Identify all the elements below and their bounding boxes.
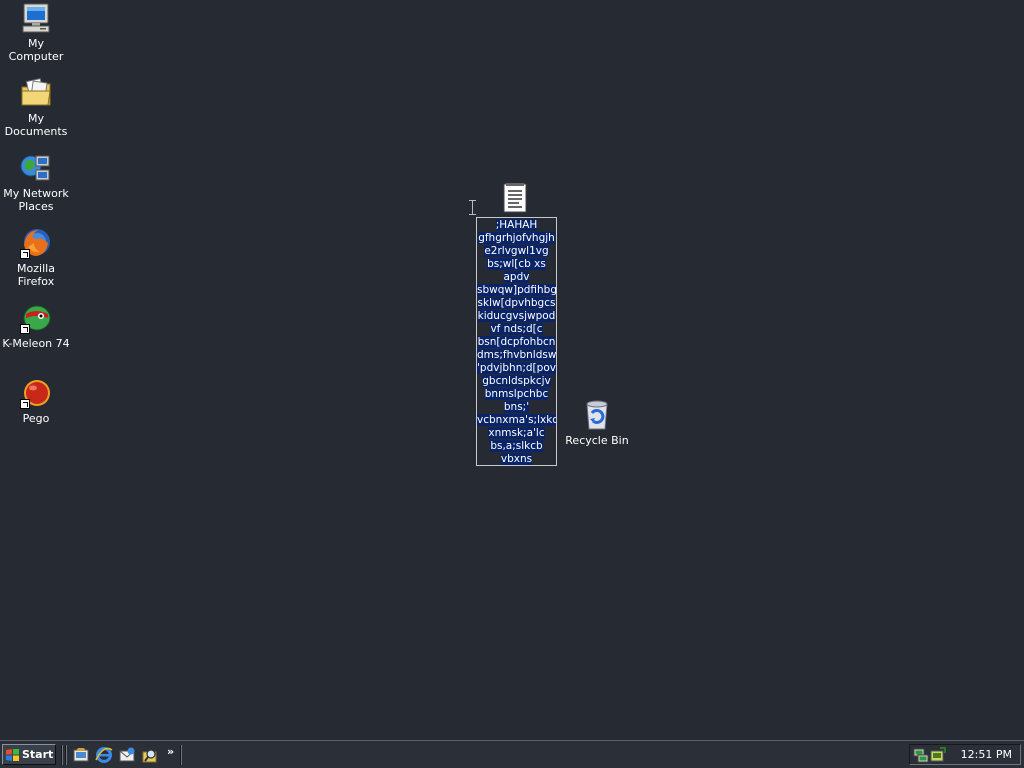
- rename-line: bs;wl[cb xs: [487, 258, 546, 270]
- rename-line: sbwqw]pdfihbg: [477, 284, 557, 296]
- pego-icon: [20, 377, 52, 409]
- start-label: Start: [22, 748, 54, 761]
- shortcut-arrow-icon: [20, 399, 30, 409]
- rename-line: e2rlvgwl1vg: [484, 245, 549, 257]
- start-button[interactable]: Start: [2, 744, 56, 765]
- rename-line: kiducgvsjwpod: [477, 310, 556, 322]
- recycle-bin-icon: [581, 399, 613, 431]
- desktop[interactable]: My Computer My Documents My Network Plac…: [0, 0, 1024, 740]
- kmeleon-icon: [20, 302, 52, 334]
- network-tray-icon[interactable]: [913, 747, 929, 763]
- rename-line: vcbnxma's;lxkc: [477, 414, 557, 426]
- desktop-icon-pego[interactable]: Pego: [0, 377, 73, 425]
- rename-line: vf nds;d[c: [490, 323, 543, 335]
- rename-line: xnmsk;a'lc: [488, 427, 545, 439]
- desktop-icon-k-meleon[interactable]: K-Meleon 74: [0, 302, 73, 350]
- folder-icon: [20, 77, 52, 109]
- desktop-icon-mozilla-firefox[interactable]: Mozilla Firefox: [0, 227, 73, 288]
- search-icon[interactable]: [141, 746, 159, 764]
- desktop-icon-label: My Network Places: [3, 187, 69, 213]
- rename-line: bs,a;slkcb: [490, 440, 543, 452]
- desktop-icon-my-documents[interactable]: My Documents: [0, 77, 73, 138]
- firefox-icon: [20, 227, 52, 259]
- rename-line: apdv: [503, 271, 530, 283]
- rename-line: sklw[dpvhbgcs: [477, 297, 556, 309]
- shortcut-arrow-icon: [20, 324, 30, 334]
- rename-line: gfhgrhjofvhgjh: [478, 232, 555, 244]
- taskbar-separator: [180, 745, 182, 765]
- system-tray: 12:51 PM: [909, 744, 1021, 765]
- taskbar: Start » 12:51 PM: [0, 740, 1024, 768]
- internet-explorer-icon[interactable]: [95, 746, 113, 764]
- desktop-icon-label: K-Meleon 74: [2, 337, 70, 350]
- network-icon: [20, 152, 52, 184]
- rename-textbox[interactable]: ;HAHAH gfhgrhjofvhgjh e2rlvgwl1vg bs;wl[…: [476, 217, 557, 466]
- rename-line: ;HAHAH: [495, 219, 538, 231]
- desktop-icon-recycle-bin[interactable]: Recycle Bin: [560, 399, 634, 447]
- desktop-icon-label: My Documents: [4, 112, 68, 138]
- desktop-icon-my-network-places[interactable]: My Network Places: [0, 152, 73, 213]
- show-desktop-icon[interactable]: [72, 746, 90, 764]
- clock[interactable]: 12:51 PM: [961, 748, 1012, 761]
- desktop-icon-label: My Computer: [8, 37, 64, 63]
- taskbar-separator: [61, 745, 63, 765]
- outlook-express-icon[interactable]: [118, 746, 136, 764]
- text-cursor-icon: [469, 200, 476, 215]
- rename-line: vbxns: [500, 453, 533, 465]
- rename-line: 'pdvjbhn;d[pov: [477, 362, 556, 374]
- rename-line: dms;fhvbnldsw: [477, 349, 557, 361]
- desktop-icon-my-computer[interactable]: My Computer: [0, 2, 73, 63]
- rename-line: gbcnldspkcjv: [482, 375, 551, 387]
- windows-logo-icon: [6, 748, 19, 762]
- computer-icon: [20, 2, 52, 34]
- taskbar-separator: [65, 745, 67, 765]
- rename-line: bsn[dcpfohbcn: [477, 336, 556, 348]
- text-document-icon[interactable]: [499, 182, 531, 214]
- quick-launch-overflow-button[interactable]: »: [167, 745, 174, 758]
- desktop-icon-label: Mozilla Firefox: [17, 262, 55, 288]
- rename-line: bns;': [503, 401, 530, 413]
- rename-line: bnmslpchbc: [484, 388, 549, 400]
- safely-remove-tray-icon[interactable]: [930, 747, 946, 763]
- shortcut-arrow-icon: [20, 249, 30, 259]
- desktop-icon-label: Pego: [22, 412, 50, 425]
- desktop-icon-label: Recycle Bin: [565, 434, 629, 447]
